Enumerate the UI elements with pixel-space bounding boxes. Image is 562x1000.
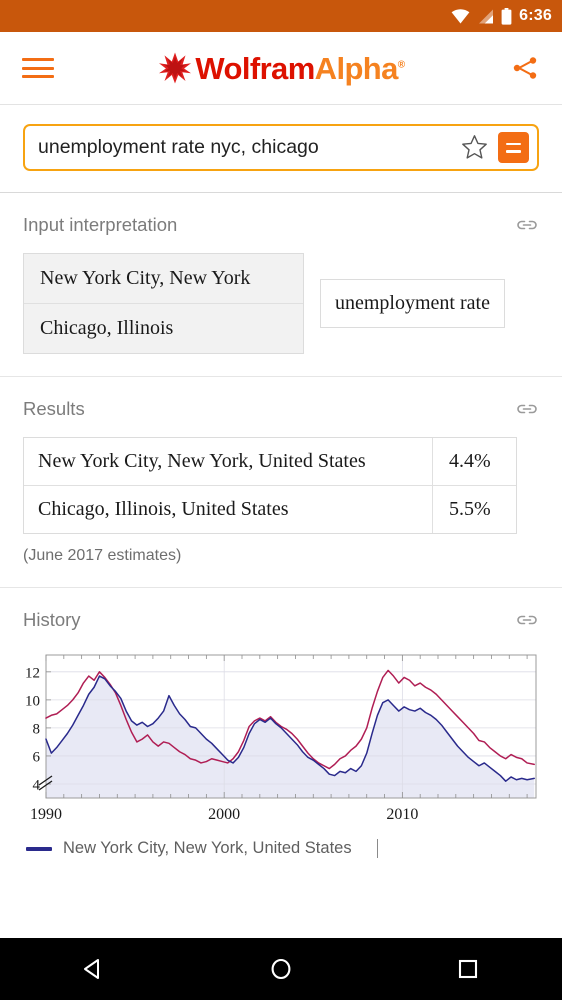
table-row: New York City, New York, United States 4…	[24, 438, 516, 485]
legend-label-nyc: New York City, New York, United States	[63, 839, 352, 857]
result-label: Chicago, Illinois, United States	[38, 498, 289, 520]
back-triangle-icon[interactable]	[71, 946, 117, 992]
entity-item: Chicago, Illinois	[24, 303, 303, 353]
star-outline-icon[interactable]	[461, 134, 488, 161]
search-input[interactable]	[38, 136, 461, 159]
svg-text:6: 6	[33, 749, 41, 765]
pod-title: History	[23, 609, 81, 630]
search-box[interactable]	[23, 124, 539, 171]
brand-wolfram-text: Wolfram	[195, 50, 315, 86]
entity-list: New York City, New York Chicago, Illinoi…	[23, 253, 304, 354]
app-bar: WolframAlpha®	[0, 32, 562, 105]
svg-text:12: 12	[25, 665, 40, 681]
android-nav-bar	[0, 938, 562, 1000]
wolfram-alpha-logo: WolframAlpha®	[159, 50, 405, 86]
input-interpretation-content: New York City, New York Chicago, Illinoi…	[23, 253, 539, 354]
pod-header: Results	[23, 397, 539, 421]
home-circle-icon[interactable]	[258, 946, 304, 992]
status-bar: 6:36	[0, 0, 562, 32]
svg-text:10: 10	[25, 693, 40, 709]
brand-wordmark: WolframAlpha®	[195, 50, 405, 86]
legend-swatch-nyc	[26, 846, 52, 851]
pod-results: Results New York City, New York, United …	[0, 377, 562, 587]
svg-text:2000: 2000	[208, 806, 240, 820]
chart-legend: New York City, New York, United States	[23, 839, 539, 858]
cell-signal-icon	[477, 9, 494, 24]
pod-title: Input interpretation	[23, 214, 178, 235]
pod-title: Results	[23, 398, 85, 419]
hamburger-menu-icon[interactable]	[22, 56, 54, 80]
wifi-icon	[451, 8, 470, 24]
link-icon[interactable]	[515, 397, 539, 421]
result-value: 4.4%	[432, 438, 516, 485]
recents-square-icon[interactable]	[445, 946, 491, 992]
brand-alpha-text: Alpha	[314, 50, 399, 86]
svg-text:8: 8	[33, 721, 41, 737]
legend-scroll-caret	[376, 839, 378, 858]
property-box: unemployment rate	[320, 279, 505, 328]
pod-history: History 4 6 8 10 12 1990 2000 2010 New York Cit…	[0, 588, 562, 868]
equals-icon[interactable]	[498, 132, 529, 163]
search-bar-container	[0, 105, 562, 192]
result-value: 5.5%	[432, 486, 516, 533]
table-row: Chicago, Illinois, United States 5.5%	[24, 485, 516, 533]
results-note: (June 2017 estimates)	[23, 547, 182, 564]
battery-icon	[501, 7, 512, 25]
history-chart-svg: 4 6 8 10 12 1990 2000 2010	[25, 654, 537, 823]
pod-header: History	[23, 608, 539, 632]
status-bar-clock: 6:36	[519, 7, 552, 24]
pod-input-interpretation: Input interpretation New York City, New …	[0, 193, 562, 376]
link-icon[interactable]	[515, 213, 539, 237]
svg-text:4: 4	[33, 777, 41, 793]
app-screen: 6:36 WolframAlpha® unemployment rate nyc…	[0, 0, 562, 1000]
svg-text:1990: 1990	[30, 806, 62, 820]
share-icon[interactable]	[510, 53, 540, 83]
svg-text:2010: 2010	[386, 806, 418, 820]
result-label: New York City, New York, United States	[38, 450, 366, 472]
wolfram-spikey-icon	[159, 52, 192, 84]
entity-item: New York City, New York	[40, 267, 251, 289]
brand-registered-mark: ®	[397, 59, 405, 71]
history-chart: 4 6 8 10 12 1990 2000 2010	[23, 648, 539, 825]
pod-header: Input interpretation	[23, 213, 539, 237]
link-icon[interactable]	[515, 608, 539, 632]
results-table: New York City, New York, United States 4…	[23, 437, 517, 534]
